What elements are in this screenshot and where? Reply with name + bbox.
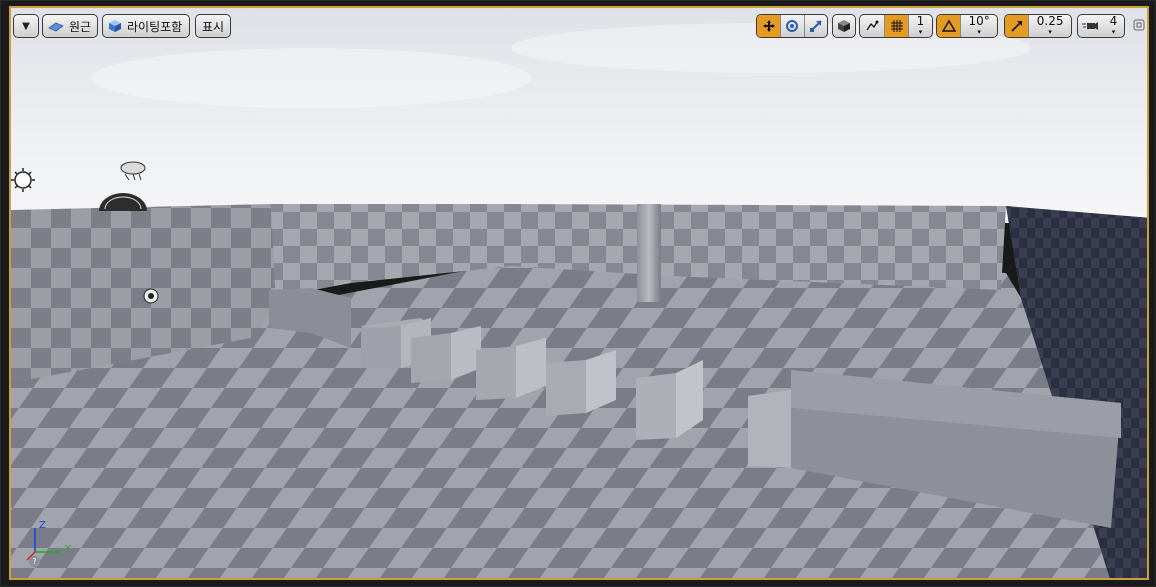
pillar	[637, 204, 661, 302]
scale-snap-value-dropdown[interactable]: 0.25 ▾	[1028, 15, 1071, 37]
world-cube-icon	[837, 19, 851, 33]
restore-icon	[1133, 19, 1145, 31]
axis-y-label: Y	[65, 544, 72, 555]
rotate-icon	[785, 19, 799, 33]
translate-mode-button[interactable]	[757, 15, 781, 37]
chevron-down-icon: ▾	[918, 27, 923, 36]
scale-snap-value: 0.25	[1036, 14, 1064, 28]
camera-speed-button[interactable]	[1078, 15, 1103, 37]
rotation-snap-value: 10°	[968, 14, 990, 28]
perspective-icon	[48, 20, 64, 32]
angle-icon	[941, 19, 956, 33]
chevron-down-icon: ▾	[1111, 27, 1116, 36]
scale-icon	[809, 19, 823, 33]
surface-snap-button[interactable]	[860, 15, 884, 37]
scale-mode-button[interactable]	[803, 15, 827, 37]
show-button[interactable]: 표시	[195, 14, 231, 38]
move-arrows-icon	[762, 19, 776, 33]
chevron-down-icon: ▼	[22, 20, 30, 32]
coordinate-system-button[interactable]	[832, 14, 856, 38]
viewport-frame[interactable]: ▼ 원근 라이팅포함 표시 1 ▾ 10° ▾ 0.25 ▾ 4 ▾ Z Y ?	[9, 6, 1149, 580]
rotation-snap-group: 10° ▾	[936, 14, 998, 38]
viewport-options-button[interactable]: ▼	[13, 14, 39, 38]
grid-icon	[890, 19, 904, 33]
axis-gizmo: Z Y ?	[19, 520, 79, 570]
reflection-capture-icon[interactable]	[143, 288, 159, 304]
camera-speed-dropdown[interactable]: 4 ▾	[1077, 14, 1125, 38]
scale-snap-group: 0.25 ▾	[1004, 14, 1072, 38]
grid-snap-toggle[interactable]	[884, 15, 908, 37]
transform-mode-group	[756, 14, 828, 38]
question-icon[interactable]: ?	[29, 556, 40, 567]
camera-icon	[1082, 20, 1099, 32]
rotation-snap-toggle[interactable]	[937, 15, 961, 37]
chevron-down-icon: ▾	[977, 27, 981, 36]
show-label: 표시	[201, 19, 225, 34]
lit-cube-icon	[108, 19, 122, 33]
grid-snap-group: 1 ▾	[859, 14, 933, 38]
lit-mode-button[interactable]: 라이팅포함	[102, 14, 190, 38]
surface-snap-icon	[865, 19, 879, 33]
grid-snap-value: 1	[916, 14, 925, 28]
axis-z-label: Z	[39, 520, 46, 531]
maximize-viewport-button[interactable]	[1133, 19, 1145, 31]
perspective-button[interactable]: 원근	[42, 14, 98, 38]
perspective-label: 원근	[69, 19, 92, 34]
camera-speed-value: 4	[1109, 14, 1118, 28]
scale-snap-toggle[interactable]	[1005, 15, 1029, 37]
scale-arrow-icon	[1010, 19, 1024, 33]
rotate-mode-button[interactable]	[780, 15, 803, 37]
scene-render[interactable]	[11, 8, 1149, 580]
level-viewport[interactable]: ▼ 원근 라이팅포함 표시 1 ▾ 10° ▾ 0.25 ▾ 4 ▾ Z Y ?	[0, 0, 1156, 587]
rotation-snap-value-dropdown[interactable]: 10° ▾	[960, 15, 997, 37]
chevron-down-icon: ▾	[1048, 27, 1052, 36]
lit-mode-label: 라이팅포함	[127, 19, 183, 34]
grid-snap-value-dropdown[interactable]: 1 ▾	[908, 15, 932, 37]
